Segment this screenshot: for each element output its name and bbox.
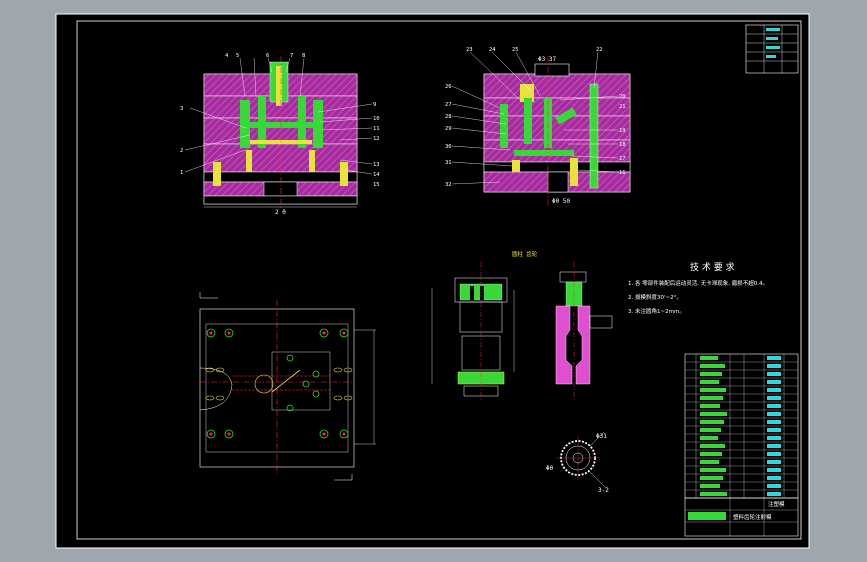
bom-material-cell <box>767 420 781 424</box>
bom-name-cell <box>700 476 723 480</box>
callout-3: 3 <box>180 106 183 112</box>
bom-name-cell <box>700 484 720 488</box>
callout-24: 24 <box>489 47 496 53</box>
callout-14: 14 <box>373 172 380 178</box>
bom-name-cell <box>700 492 727 496</box>
callout-30: 30 <box>445 144 452 150</box>
callout-12: 12 <box>373 136 380 142</box>
bom-name-cell <box>700 420 724 424</box>
bom-name-cell <box>700 412 727 416</box>
callout-2: 2 <box>180 148 183 154</box>
callout-27: 27 <box>445 102 452 108</box>
callout-17: 17 <box>619 156 626 162</box>
drawing-name: 塑料齿轮注射模 <box>733 513 772 521</box>
callout-22: 22 <box>596 47 603 53</box>
callout-5: 5 <box>236 53 239 59</box>
bom-material-cell <box>767 372 781 376</box>
bom-material-cell <box>767 396 781 400</box>
front-width-dim: 2 0 <box>275 209 286 216</box>
front-section-view <box>184 56 373 208</box>
bom-name-cell <box>700 468 726 472</box>
bom-material-cell <box>767 428 781 432</box>
bom-name-cell <box>700 388 726 392</box>
tech-req-title: 技 术 要 求 <box>690 261 735 273</box>
callout-7: 7 <box>290 53 293 59</box>
bom-material-cell <box>767 444 781 448</box>
title-small-text: 注塑模 <box>768 500 785 508</box>
callout-28: 28 <box>445 114 452 120</box>
cad-drawing-canvas: 4 5 6 7 8 9 10 11 12 13 14 15 3 2 1 2 0 <box>55 13 810 549</box>
callout-18: 18 <box>619 142 626 148</box>
callout-32: 32 <box>445 182 452 188</box>
bom-material-cell <box>767 404 781 408</box>
callout-21: 21 <box>619 104 626 110</box>
callout-10: 10 <box>373 116 380 122</box>
bom-name-cell <box>700 428 721 432</box>
callout-13: 13 <box>373 162 380 168</box>
bom-material-cell <box>767 460 781 464</box>
bom-material-cell <box>767 356 781 360</box>
callout-23: 23 <box>466 47 473 53</box>
gear-dim-teeth: 3-2 <box>598 487 609 494</box>
gear-dim-inner: Φ0 <box>546 465 554 472</box>
bom-name-cell <box>700 436 718 440</box>
callout-19: 19 <box>619 128 626 134</box>
bom-name-cell <box>700 404 720 408</box>
bom-material-cell <box>767 436 781 440</box>
tech-req-line-2: 2. 拔模斜度30'~2°。 <box>628 293 682 301</box>
bom-name-cell <box>700 372 722 376</box>
side-top-dim: Φ3 37 <box>538 56 556 63</box>
bom-material-cell <box>767 452 781 456</box>
bom-material-cell <box>767 380 781 384</box>
bom-material-cell <box>767 476 781 480</box>
bom-material-cell <box>767 468 781 472</box>
bom-name-cell <box>700 460 719 464</box>
callout-8: 8 <box>302 53 305 59</box>
bom-name-cell <box>700 396 723 400</box>
callout-11: 11 <box>373 126 380 132</box>
callout-20: 20 <box>619 94 626 100</box>
part-detail-label: 圆柱 齿轮 <box>512 250 538 258</box>
bom-material-cell <box>767 484 781 488</box>
callout-26: 26 <box>445 84 452 90</box>
callout-31: 31 <box>445 160 452 166</box>
tech-req-line-3: 3. 未注圆角1~2mm。 <box>628 307 685 315</box>
callout-15: 15 <box>373 182 380 188</box>
side-bottom-dim: Φ0 50 <box>552 198 570 205</box>
bom-name-cell <box>700 380 719 384</box>
callout-1: 1 <box>180 170 183 176</box>
bom-material-cell <box>767 388 781 392</box>
callout-16: 16 <box>619 170 626 176</box>
bom-material-cell <box>767 492 781 496</box>
bom-material-cell <box>767 364 781 368</box>
bom-name-cell <box>700 452 722 456</box>
bom-name-cell <box>700 444 725 448</box>
gear-dim-outer: Φ31 <box>596 433 607 440</box>
bom-name-cell <box>700 356 718 360</box>
bom-material-cell <box>767 412 781 416</box>
callout-25: 25 <box>512 47 519 53</box>
callout-6: 6 <box>266 53 269 59</box>
tech-req-line-1: 1. 各 零部件装配后运动灵活, 无卡滞现象, 磨损不超0.4。 <box>628 279 768 287</box>
callout-9: 9 <box>373 102 376 108</box>
callout-29: 29 <box>445 126 452 132</box>
bom-name-cell <box>700 364 725 368</box>
